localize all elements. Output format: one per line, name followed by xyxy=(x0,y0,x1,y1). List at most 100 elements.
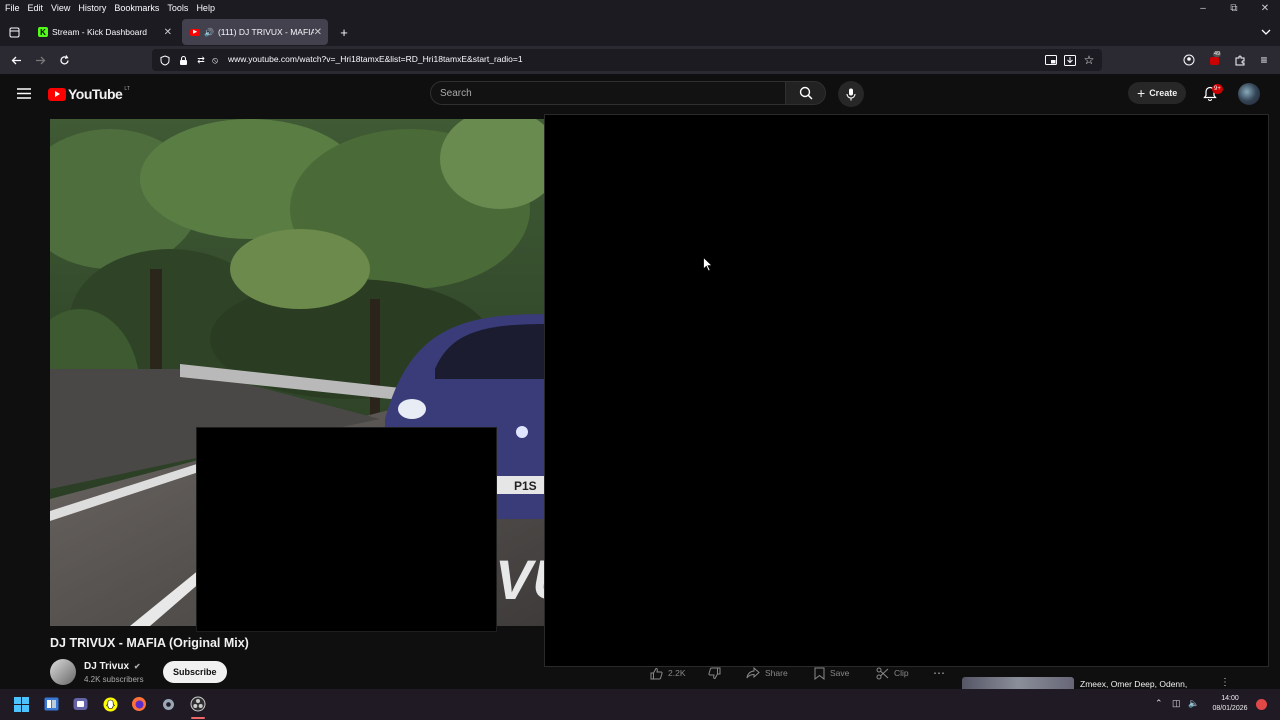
kick-icon: K xyxy=(38,27,48,37)
menu-bookmarks[interactable]: Bookmarks xyxy=(110,3,163,13)
active-app-indicator xyxy=(191,717,205,719)
search-input[interactable] xyxy=(431,82,785,104)
thumbs-up-icon xyxy=(650,667,663,679)
menu-history[interactable]: History xyxy=(74,3,110,13)
create-button[interactable]: + Create xyxy=(1128,82,1187,104)
bookmark-icon xyxy=(814,667,825,680)
clip-label: Clip xyxy=(894,668,909,678)
notification-badge: 9+ xyxy=(1212,84,1223,94)
like-count: 2.2K xyxy=(668,668,686,678)
menu-help[interactable]: Help xyxy=(192,3,219,13)
task-view-icon[interactable] xyxy=(43,696,59,712)
system-clock[interactable]: 14:00 08/01/2026 xyxy=(1208,694,1252,714)
channel-name-text: DJ Trivux xyxy=(84,661,130,672)
video-title: DJ TRIVUX - MAFIA (Original Mix) xyxy=(50,636,249,650)
teams-icon[interactable] xyxy=(72,696,88,712)
tab-youtube[interactable]: ▶ 🔊 (111) DJ TRIVUX - MAFIA ( ✕ xyxy=(182,19,328,45)
menu-tools[interactable]: Tools xyxy=(163,3,192,13)
guide-menu-icon[interactable] xyxy=(16,85,32,101)
network-icon[interactable]: ◫ xyxy=(1172,698,1181,709)
menu-file[interactable]: File xyxy=(0,3,24,13)
share-icon xyxy=(746,667,760,679)
tab-list-icon[interactable] xyxy=(6,24,22,40)
black-overlay-panel xyxy=(196,427,497,632)
new-tab-icon[interactable]: + xyxy=(336,24,352,40)
dislike-button[interactable] xyxy=(708,664,726,682)
notification-center-icon[interactable] xyxy=(1256,699,1267,710)
subscriber-count: 4.2K subscribers xyxy=(84,675,144,684)
windows-start-icon[interactable] xyxy=(13,696,29,712)
extension-badge: 49 xyxy=(1213,51,1222,57)
picture-in-picture-icon[interactable] xyxy=(1043,52,1059,68)
speaker-icon[interactable]: 🔊 xyxy=(204,28,214,37)
avatar[interactable] xyxy=(1238,83,1260,105)
snapchat-icon[interactable] xyxy=(102,696,118,712)
settings-icon[interactable] xyxy=(160,696,176,712)
tab-close-icon[interactable]: ✕ xyxy=(164,27,172,38)
black-overlay-window xyxy=(544,114,1269,667)
country-code: LT xyxy=(124,86,130,92)
search-box xyxy=(430,81,786,105)
url-bar[interactable]: ⇄ ⦸ www.youtube.com/watch?v=_Hri18tamxE&… xyxy=(152,49,1102,71)
shield-icon[interactable] xyxy=(157,52,173,68)
reload-icon[interactable] xyxy=(56,52,72,68)
volume-icon[interactable]: 🔈 xyxy=(1188,698,1199,709)
thumbs-down-icon xyxy=(708,667,721,679)
bookmark-star-icon[interactable]: ☆ xyxy=(1081,52,1097,68)
back-icon[interactable] xyxy=(8,52,24,68)
watermark-text: VU xyxy=(495,548,545,611)
share-label: Share xyxy=(765,668,788,678)
list-all-tabs-icon[interactable] xyxy=(1258,24,1274,40)
tab-label: (111) DJ TRIVUX - MAFIA ( xyxy=(217,27,314,37)
tab-close-icon[interactable]: ✕ xyxy=(314,27,322,38)
clock-time: 14:00 xyxy=(1221,695,1239,702)
tab-kick-dashboard[interactable]: K Stream - Kick Dashboard ✕ xyxy=(30,19,178,45)
clip-button[interactable]: Clip xyxy=(876,664,909,682)
scissors-icon xyxy=(876,667,889,679)
menu-bar: File Edit View History Bookmarks Tools H… xyxy=(0,0,1280,16)
youtube-play-icon xyxy=(48,87,66,101)
tab-label: Stream - Kick Dashboard xyxy=(52,27,147,37)
plus-icon: + xyxy=(1137,85,1146,101)
kebab-menu-icon[interactable]: ⋮ xyxy=(1220,677,1230,688)
like-button[interactable]: 2.2K xyxy=(650,664,686,682)
forward-icon[interactable] xyxy=(32,52,48,68)
mouse-cursor-icon xyxy=(703,257,713,272)
account-icon[interactable] xyxy=(1181,52,1197,68)
share-button[interactable]: Share xyxy=(746,664,788,682)
navigation-bar: ⇄ ⦸ www.youtube.com/watch?v=_Hri18tamxE&… xyxy=(0,46,1280,74)
search-icon xyxy=(799,86,813,100)
menu-edit[interactable]: Edit xyxy=(24,3,48,13)
channel-name[interactable]: DJ Trivux ✔ xyxy=(84,661,141,672)
lock-icon[interactable] xyxy=(175,52,191,68)
subscribe-button[interactable]: Subscribe xyxy=(163,661,227,683)
app-menu-icon[interactable]: ≡ xyxy=(1256,52,1272,68)
chevron-up-icon[interactable]: ⌃ xyxy=(1155,698,1163,709)
youtube-logo-text: YouTube xyxy=(68,86,123,102)
youtube-logo[interactable]: YouTube LT xyxy=(48,86,130,102)
voice-search-button[interactable] xyxy=(838,81,864,107)
create-label: Create xyxy=(1149,88,1178,98)
tracking-protection-icon[interactable]: ⦸ xyxy=(207,52,223,68)
plate-text: P1S xyxy=(514,479,537,493)
more-actions-icon[interactable]: ⋯ xyxy=(933,664,945,682)
firefox-icon[interactable] xyxy=(131,696,147,712)
tab-strip: K Stream - Kick Dashboard ✕ ▶ 🔊 (111) DJ… xyxy=(0,16,1280,46)
minimize-icon[interactable]: – xyxy=(1188,0,1218,16)
search-button[interactable] xyxy=(786,81,826,105)
youtube-masthead: YouTube LT + Create xyxy=(0,74,1280,114)
obs-icon[interactable] xyxy=(190,696,206,712)
related-video-title[interactable]: Zmeex, Omer Deep, Odenn, xyxy=(1080,679,1187,689)
restore-icon[interactable]: ⧉ xyxy=(1219,0,1249,16)
menu-view[interactable]: View xyxy=(47,3,74,13)
youtube-icon: ▶ xyxy=(190,28,200,36)
url-text: www.youtube.com/watch?v=_Hri18tamxE&list… xyxy=(228,54,523,64)
save-label: Save xyxy=(830,668,850,678)
related-video-thumbnail[interactable] xyxy=(962,677,1074,689)
save-button[interactable]: Save xyxy=(814,664,849,682)
channel-avatar[interactable] xyxy=(50,659,76,685)
microphone-icon xyxy=(846,88,856,100)
extensions-puzzle-icon[interactable] xyxy=(1232,52,1248,68)
reader-save-icon[interactable] xyxy=(1062,52,1078,68)
window-close-icon[interactable]: ✕ xyxy=(1250,0,1280,16)
